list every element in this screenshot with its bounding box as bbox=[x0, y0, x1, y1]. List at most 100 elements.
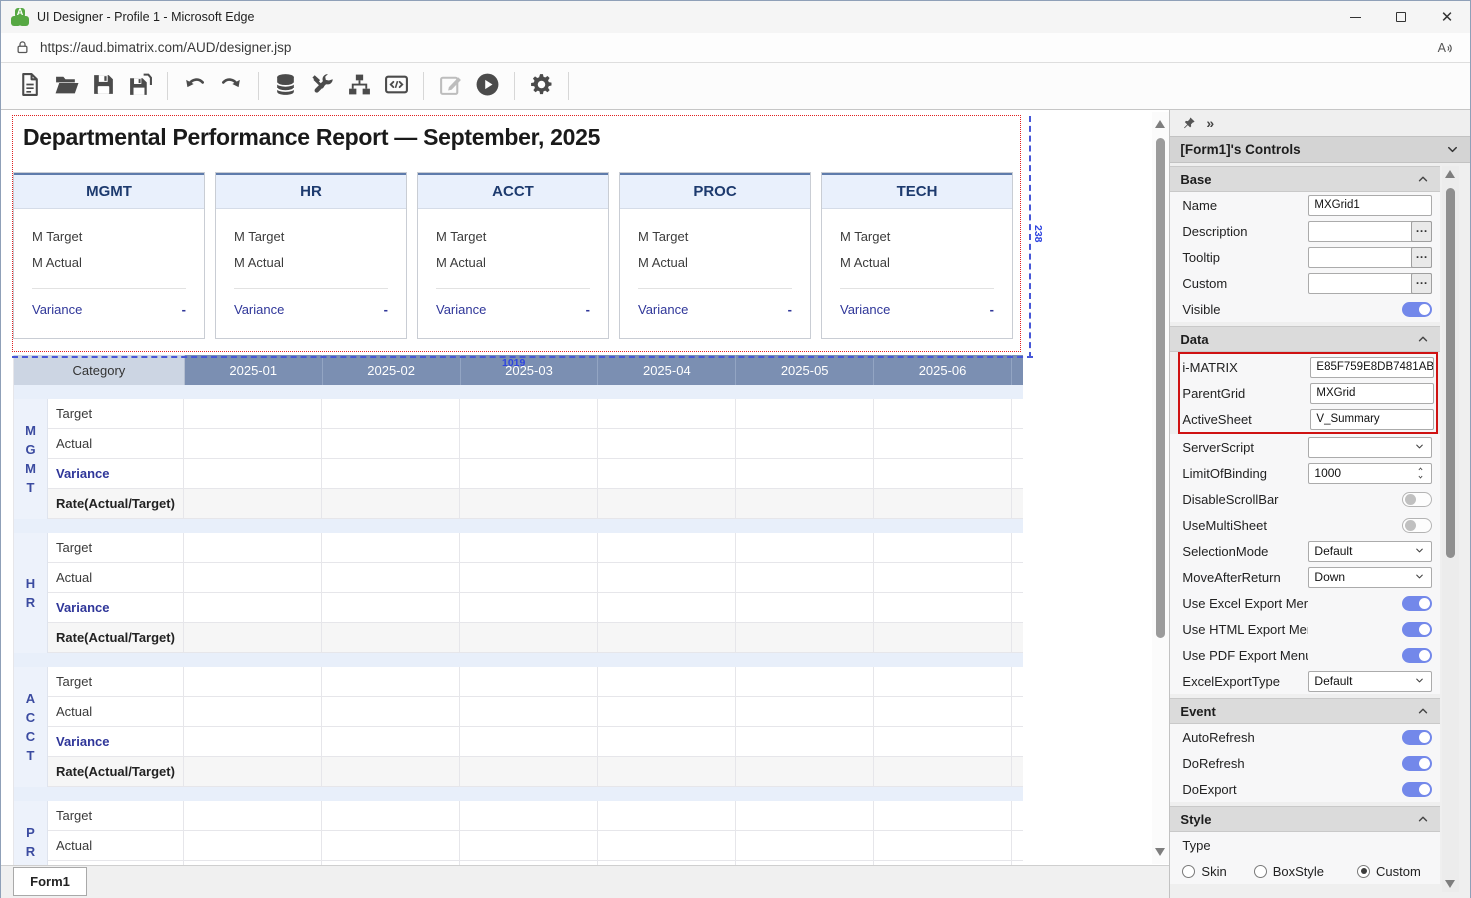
grid-cell[interactable] bbox=[736, 593, 874, 622]
dept-card-acct[interactable]: ACCTM TargetM ActualVariance- bbox=[417, 172, 609, 339]
use-html-export-menu-toggle[interactable] bbox=[1402, 622, 1432, 637]
dept-card-mgmt[interactable]: MGMTM TargetM ActualVariance- bbox=[13, 172, 205, 339]
radio-option-custom[interactable]: Custom bbox=[1357, 864, 1421, 879]
section-header-base[interactable]: Base bbox=[1170, 166, 1440, 192]
save-button[interactable] bbox=[85, 68, 122, 105]
read-aloud-icon[interactable]: A bbox=[1436, 38, 1456, 58]
new-file-button[interactable] bbox=[11, 68, 48, 105]
radio-icon[interactable] bbox=[1254, 865, 1267, 878]
usemultisheet-toggle[interactable] bbox=[1402, 518, 1432, 533]
ellipsis-button[interactable]: ··· bbox=[1411, 273, 1432, 294]
grid-cell[interactable] bbox=[598, 533, 736, 562]
report-title[interactable]: Departmental Performance Report — Septem… bbox=[23, 124, 600, 151]
disablescrollbar-toggle[interactable] bbox=[1402, 492, 1432, 507]
grid-cell[interactable] bbox=[460, 533, 598, 562]
grid-cell[interactable] bbox=[598, 563, 736, 592]
grid-cell[interactable] bbox=[598, 697, 736, 726]
canvas-scrollbar[interactable] bbox=[1152, 112, 1169, 864]
grid-cell[interactable] bbox=[736, 727, 874, 756]
grid-cell[interactable] bbox=[184, 489, 322, 518]
panel-title-bar[interactable]: [Form1]'s Controls bbox=[1170, 136, 1470, 163]
grid-cell[interactable] bbox=[184, 459, 322, 488]
edit-button[interactable] bbox=[432, 68, 469, 105]
grid-cell[interactable] bbox=[598, 831, 736, 860]
grid-cell[interactable] bbox=[460, 399, 598, 428]
moveafterreturn-select[interactable]: Down bbox=[1308, 567, 1432, 588]
ellipsis-button[interactable]: ··· bbox=[1411, 221, 1432, 242]
grid-cell[interactable] bbox=[184, 831, 322, 860]
grid-cell[interactable] bbox=[598, 489, 736, 518]
grid-cell[interactable] bbox=[736, 623, 874, 652]
grid-cell[interactable] bbox=[736, 533, 874, 562]
grid-cell[interactable] bbox=[460, 831, 598, 860]
grid-cell[interactable] bbox=[874, 697, 1012, 726]
scroll-down-icon[interactable] bbox=[1445, 880, 1455, 888]
grid-cell[interactable] bbox=[322, 489, 460, 518]
spinner-arrows-icon[interactable] bbox=[1415, 463, 1426, 484]
grid-cell[interactable] bbox=[184, 667, 322, 696]
autorefresh-toggle[interactable] bbox=[1402, 730, 1432, 745]
grid-cell[interactable] bbox=[184, 623, 322, 652]
grid-cell[interactable] bbox=[598, 399, 736, 428]
parentgrid-input[interactable]: MXGrid bbox=[1310, 383, 1434, 404]
tab-form1[interactable]: Form1 bbox=[13, 867, 87, 896]
grid-cell[interactable] bbox=[460, 623, 598, 652]
section-header-event[interactable]: Event bbox=[1170, 698, 1440, 724]
run-button[interactable] bbox=[469, 68, 506, 105]
grid-cell[interactable] bbox=[322, 831, 460, 860]
sitemap-button[interactable] bbox=[341, 68, 378, 105]
grid-cell[interactable] bbox=[460, 429, 598, 458]
code-button[interactable] bbox=[378, 68, 415, 105]
grid-cell[interactable] bbox=[736, 489, 874, 518]
panel-scrollbar[interactable] bbox=[1442, 166, 1459, 892]
serverscript-select[interactable] bbox=[1308, 437, 1432, 458]
grid-cell[interactable] bbox=[598, 801, 736, 830]
scroll-up-icon[interactable] bbox=[1155, 120, 1165, 128]
grid-cell[interactable] bbox=[874, 593, 1012, 622]
grid-cell[interactable] bbox=[460, 459, 598, 488]
database-button[interactable] bbox=[267, 68, 304, 105]
collapse-panel-icon[interactable]: » bbox=[1206, 115, 1214, 131]
name-input[interactable]: MXGrid1 bbox=[1308, 195, 1432, 216]
grid-cell[interactable] bbox=[322, 757, 460, 786]
grid-cell[interactable] bbox=[736, 429, 874, 458]
selectionmode-select[interactable]: Default bbox=[1308, 541, 1432, 562]
grid-cell[interactable] bbox=[598, 429, 736, 458]
grid-cell[interactable] bbox=[460, 801, 598, 830]
grid-cell[interactable] bbox=[874, 801, 1012, 830]
grid-cell[interactable] bbox=[184, 399, 322, 428]
grid-cell[interactable] bbox=[322, 623, 460, 652]
grid-cell[interactable] bbox=[184, 563, 322, 592]
grid-cell[interactable] bbox=[322, 563, 460, 592]
dept-card-hr[interactable]: HRM TargetM ActualVariance- bbox=[215, 172, 407, 339]
canvas-scrollbar-thumb[interactable] bbox=[1156, 138, 1165, 638]
use-excel-export-menu-toggle[interactable] bbox=[1402, 596, 1432, 611]
grid-cell[interactable] bbox=[598, 623, 736, 652]
save-all-button[interactable] bbox=[122, 68, 159, 105]
grid-cell[interactable] bbox=[460, 489, 598, 518]
minimize-button[interactable] bbox=[1332, 1, 1378, 33]
grid-cell[interactable] bbox=[874, 459, 1012, 488]
doexport-toggle[interactable] bbox=[1402, 782, 1432, 797]
radio-option-boxstyle[interactable]: BoxStyle bbox=[1254, 864, 1324, 879]
grid-cell[interactable] bbox=[460, 563, 598, 592]
tools-button[interactable] bbox=[304, 68, 341, 105]
grid-cell[interactable] bbox=[322, 727, 460, 756]
grid-cell[interactable] bbox=[322, 459, 460, 488]
grid-cell[interactable] bbox=[322, 399, 460, 428]
activesheet-input[interactable]: V_Summary bbox=[1310, 409, 1434, 430]
grid-cell[interactable] bbox=[184, 697, 322, 726]
grid-cell[interactable] bbox=[874, 727, 1012, 756]
redo-button[interactable] bbox=[213, 68, 250, 105]
grid-cell[interactable] bbox=[874, 399, 1012, 428]
excelexporttype-select[interactable]: Default bbox=[1308, 671, 1432, 692]
grid-cell[interactable] bbox=[598, 757, 736, 786]
section-header-data[interactable]: Data bbox=[1170, 326, 1440, 352]
scroll-up-icon[interactable] bbox=[1445, 170, 1455, 178]
grid-cell[interactable] bbox=[736, 667, 874, 696]
grid-cell[interactable] bbox=[736, 399, 874, 428]
grid-cell[interactable] bbox=[874, 757, 1012, 786]
grid-cell[interactable] bbox=[736, 459, 874, 488]
dorefresh-toggle[interactable] bbox=[1402, 756, 1432, 771]
grid-cell[interactable] bbox=[736, 831, 874, 860]
